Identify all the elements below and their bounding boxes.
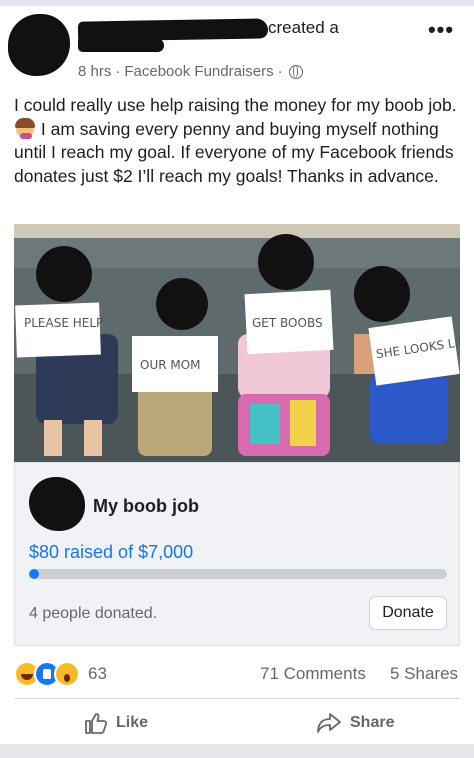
- comments-link[interactable]: 71 Comments: [260, 664, 366, 684]
- sign-our-mom-text: OUR MOM: [140, 358, 201, 372]
- fundraiser-card[interactable]: My boob job $80 raised of $7,000 4 peopl…: [14, 462, 460, 646]
- globe-icon: [288, 64, 303, 79]
- top-divider: [0, 0, 474, 6]
- fundraiser-title[interactable]: My boob job: [93, 496, 199, 517]
- sign-she-looks-like-our-dad: SHE LOOKS LIKE OUR DAD!!!: [368, 316, 460, 386]
- meta-separator: ·: [115, 63, 121, 80]
- more-options-icon[interactable]: •••: [426, 18, 456, 42]
- meta-separator-2: ·: [277, 63, 283, 80]
- sign-get-boobs-text: GET BOOBS: [252, 316, 323, 330]
- post-text: I could really use help raising the mone…: [14, 94, 464, 188]
- author-avatar-redacted[interactable]: [8, 14, 70, 76]
- donate-button[interactable]: Donate: [369, 596, 447, 630]
- post-photo[interactable]: PLEASE HELP OUR MOM GET BOOBS SHE LOOKS …: [14, 224, 460, 462]
- post-source[interactable]: Facebook Fundraisers: [124, 63, 273, 80]
- shares-link[interactable]: 5 Shares: [390, 664, 458, 684]
- woman-tipping-hand-icon: [15, 117, 35, 139]
- reactions-summary[interactable]: 63: [14, 661, 107, 687]
- sign-please-help: PLEASE HELP: [15, 302, 103, 358]
- share-button[interactable]: Share: [316, 708, 394, 738]
- fundraiser-progress-bar: [29, 569, 447, 579]
- share-label: Share: [350, 714, 395, 731]
- fundraiser-avatar-redacted: [29, 477, 85, 531]
- donors-count: 4 people donated.: [29, 605, 158, 622]
- actions-divider: [14, 698, 460, 699]
- share-arrow-icon: [317, 713, 341, 733]
- post-meta: 8 hrs · Facebook Fundraisers ·: [78, 63, 303, 80]
- sign-please-help-text: PLEASE HELP: [24, 316, 103, 330]
- fundraiser-name-redacted: [78, 38, 164, 52]
- post-text-part1: I could really use help raising the mone…: [14, 95, 457, 115]
- thumbs-up-icon: [85, 713, 108, 734]
- like-button[interactable]: Like: [84, 708, 148, 738]
- reaction-count: 63: [88, 664, 107, 683]
- fundraiser-raised: $80 raised of $7,000: [29, 542, 194, 562]
- sign-our-mom: OUR MOM: [132, 336, 218, 392]
- post-time[interactable]: 8 hrs: [78, 63, 111, 80]
- post-text-part2: I am saving every penny and buying mysel…: [14, 118, 454, 186]
- photo-illustration: PLEASE HELP OUR MOM GET BOOBS SHE LOOKS …: [14, 224, 460, 462]
- bottom-divider: [0, 744, 474, 758]
- wow-icon: [54, 661, 80, 687]
- sign-get-boobs: GET BOOBS: [244, 289, 334, 355]
- created-a-text: created a: [268, 18, 339, 37]
- fundraiser-progress-fill: [29, 569, 40, 579]
- like-label: Like: [116, 714, 149, 731]
